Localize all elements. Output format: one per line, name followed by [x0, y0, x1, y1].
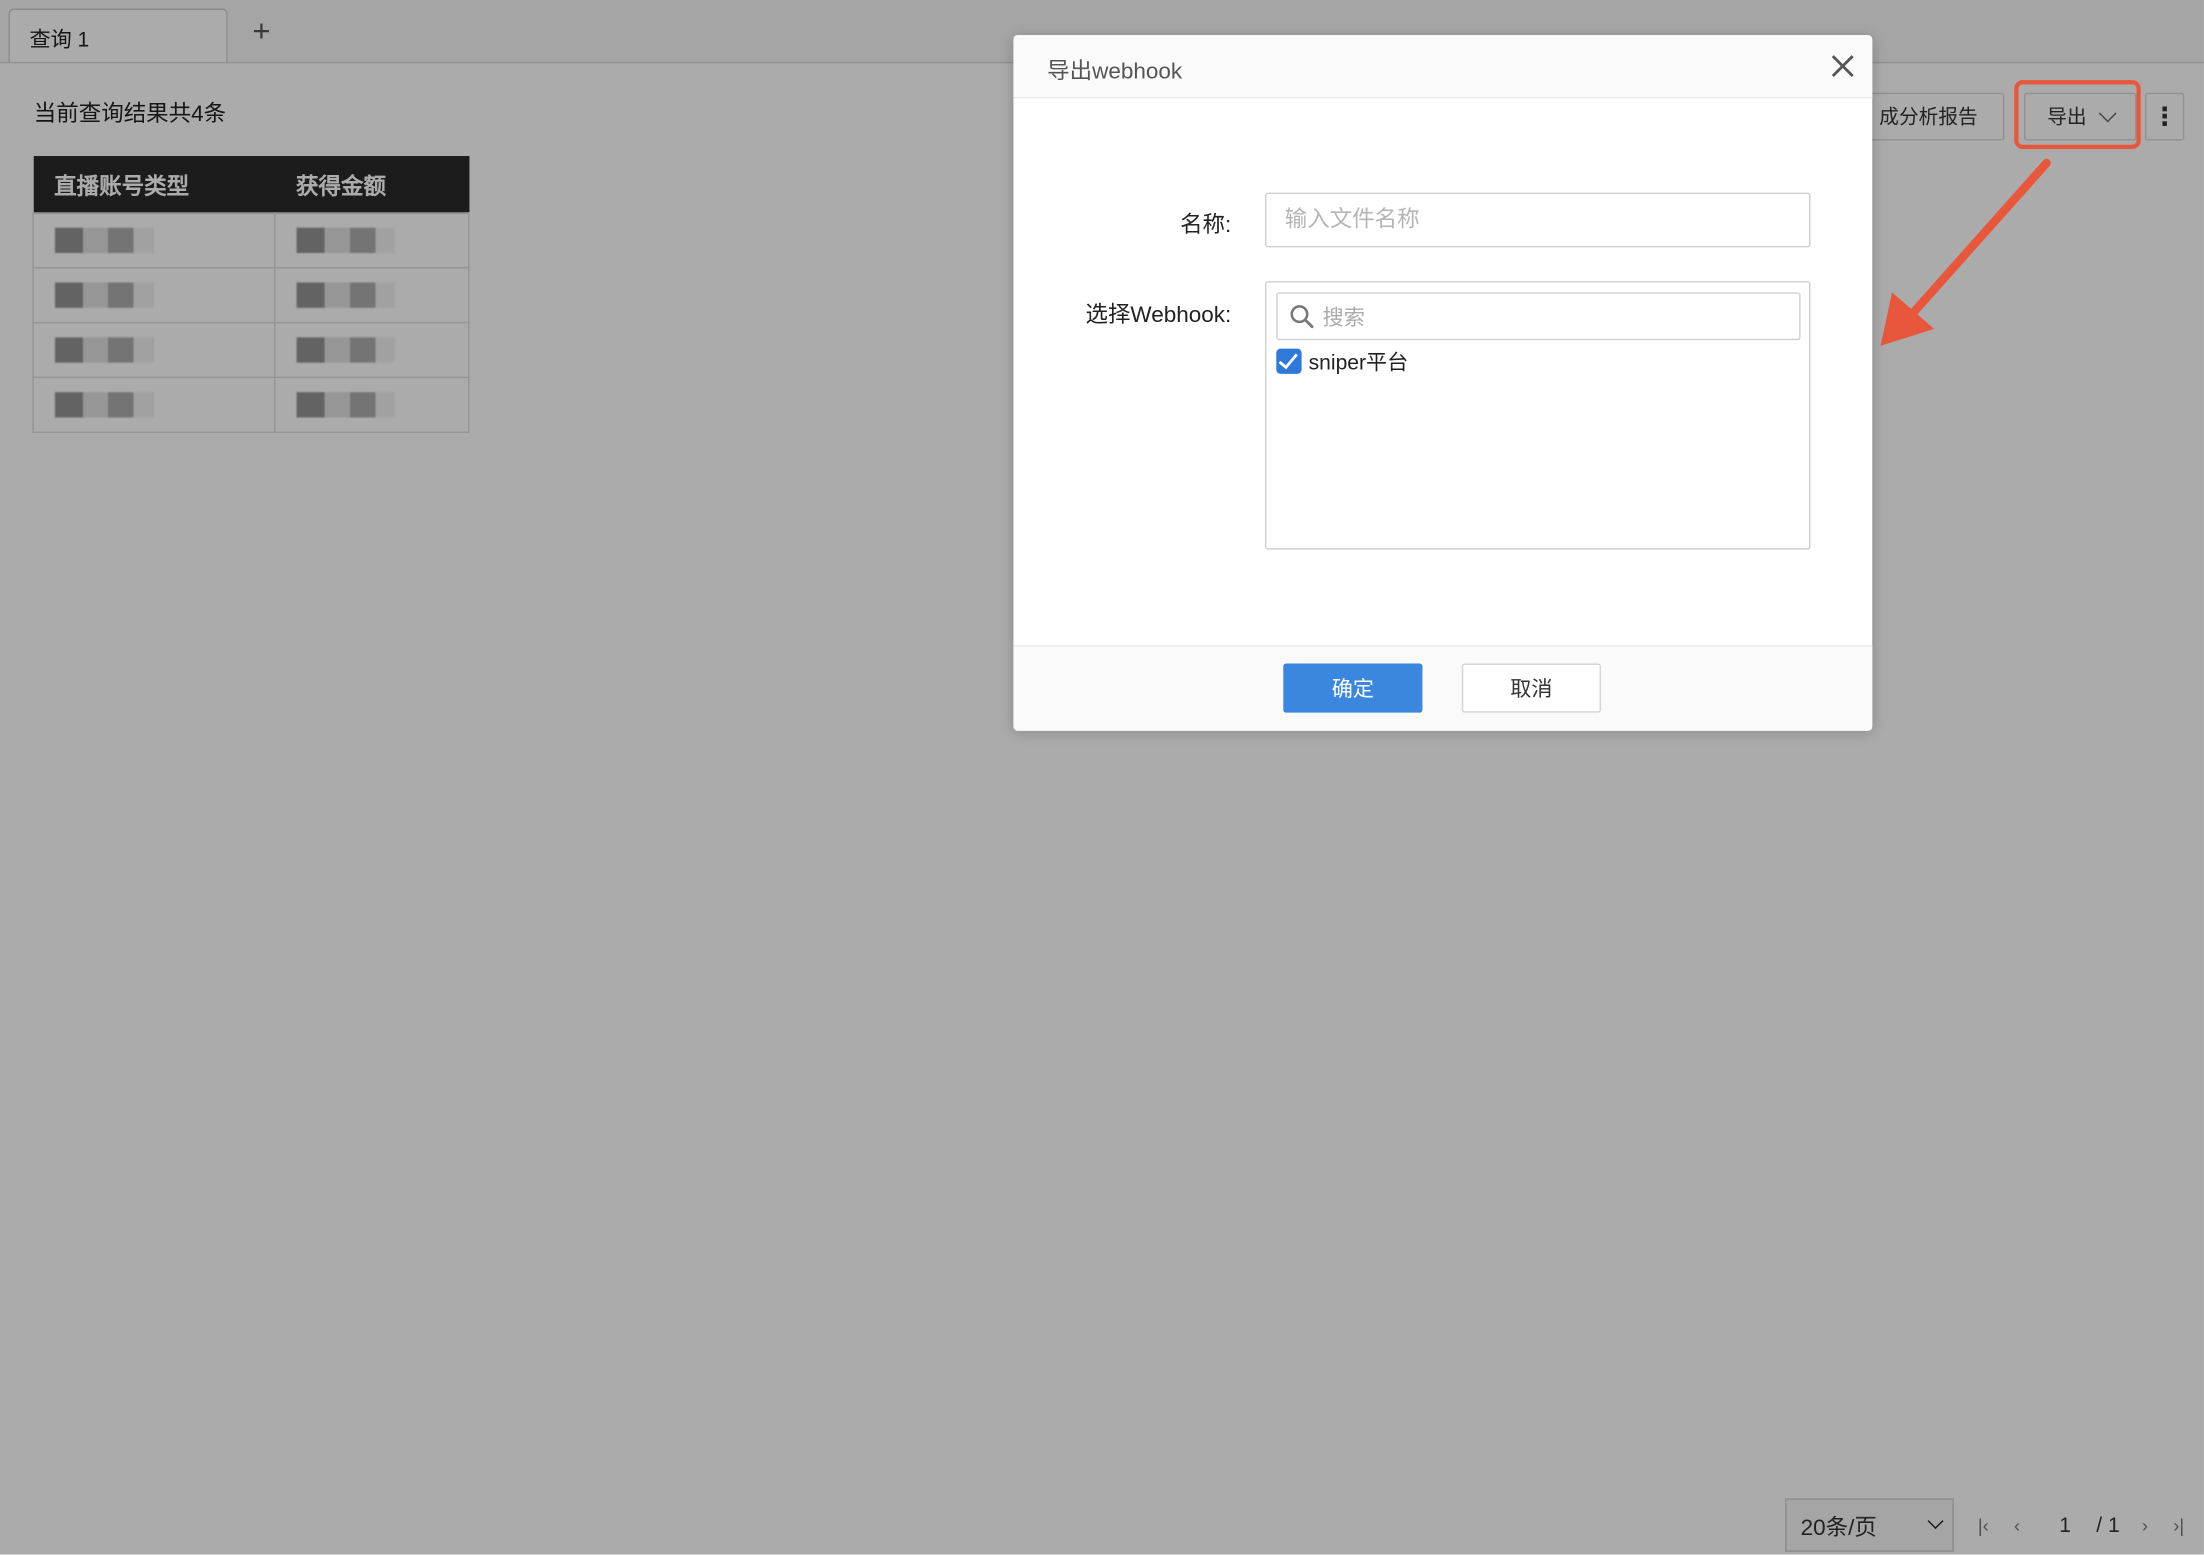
checkbox-checked-icon[interactable] — [1276, 348, 1302, 374]
annotation-highlight-box — [2014, 80, 2141, 149]
dialog-title: 导出webhook — [1047, 60, 1183, 85]
webhook-search[interactable] — [1276, 292, 1801, 342]
name-field-label: 名称: — [1180, 213, 1232, 238]
webhook-option-label: sniper平台 — [1308, 350, 1409, 375]
app-stage: 查询 1 + 当前查询结果共4条 成分析报告 导出 ⋮ 直播账号类型 获得金额 … — [0, 0, 2204, 1555]
search-icon — [1290, 305, 1314, 329]
annotation-arrow-icon — [1880, 158, 2051, 346]
webhook-search-input[interactable] — [1319, 293, 1790, 342]
webhook-selector: sniper平台 — [1265, 281, 1811, 550]
export-webhook-dialog: 导出webhook 名称: 选择Webhook: sniper平台 确定 取消 — [1013, 35, 1873, 731]
webhook-field-label: 选择Webhook: — [1085, 303, 1232, 328]
close-icon[interactable] — [1829, 52, 1857, 80]
cancel-button[interactable]: 取消 — [1461, 663, 1601, 713]
confirm-button[interactable]: 确定 — [1283, 663, 1423, 713]
dialog-header: 导出webhook — [1013, 35, 1873, 99]
dialog-footer: 确定 取消 — [1013, 645, 1873, 731]
file-name-input[interactable] — [1265, 192, 1811, 248]
webhook-option[interactable]: sniper平台 — [1276, 347, 1408, 375]
